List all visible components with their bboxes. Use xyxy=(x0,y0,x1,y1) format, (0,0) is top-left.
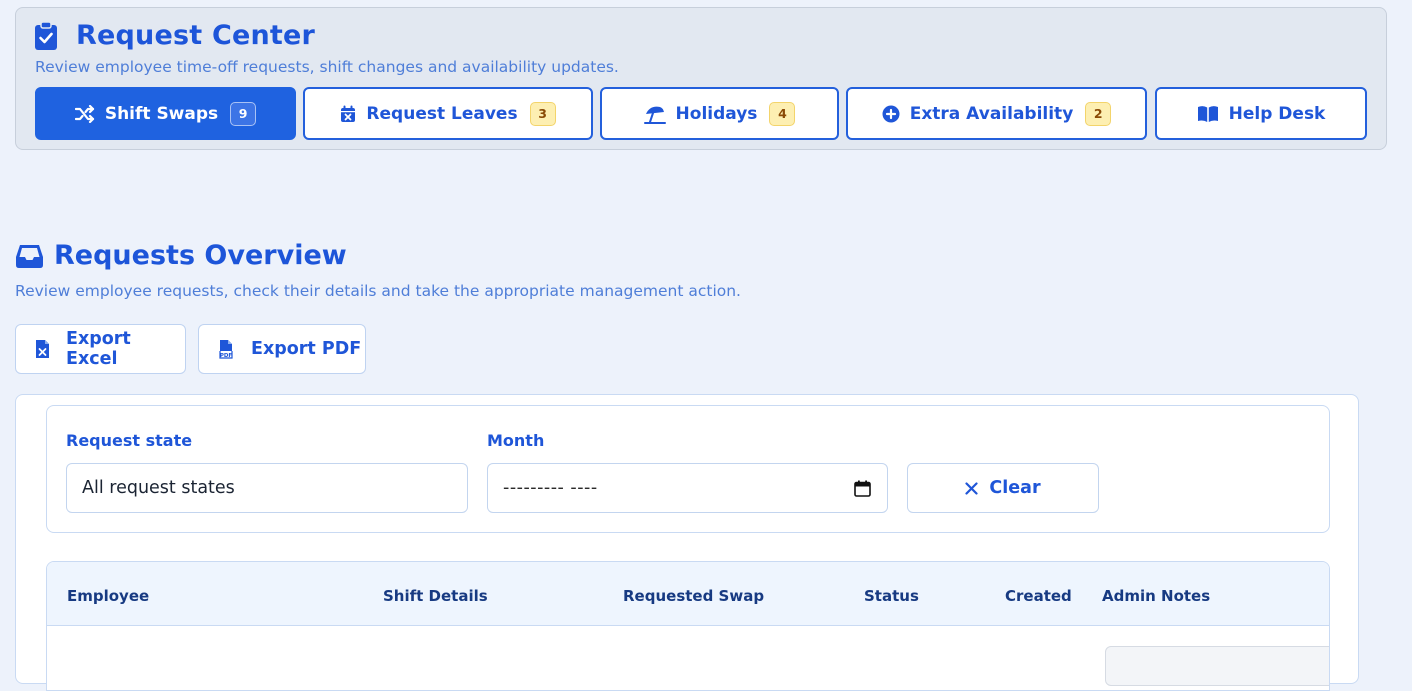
export-excel-button[interactable]: Export Excel xyxy=(15,324,186,374)
count-badge: 9 xyxy=(230,101,257,126)
export-pdf-label: Export PDF xyxy=(251,339,362,359)
file-pdf-icon: PDF xyxy=(218,339,235,359)
close-icon xyxy=(965,481,979,495)
tab-label: Extra Availability xyxy=(909,103,1074,124)
tab-label: Request Leaves xyxy=(366,103,518,124)
column-header-requested-swap[interactable]: Requested Swap xyxy=(623,587,764,605)
request-center-card: Request Center Review employee time-off … xyxy=(15,7,1387,150)
count-badge: 4 xyxy=(769,101,796,126)
beach-umbrella-icon xyxy=(643,104,666,124)
tab-label: Shift Swaps xyxy=(104,103,219,124)
column-header-employee[interactable]: Employee xyxy=(67,587,149,605)
inbox-icon xyxy=(15,243,44,269)
request-state-select[interactable]: All request states xyxy=(66,463,468,513)
export-pdf-button[interactable]: PDF Export PDF xyxy=(198,324,366,374)
svg-text:PDF: PDF xyxy=(220,353,233,359)
column-header-shift-details[interactable]: Shift Details xyxy=(383,587,488,605)
column-header-status[interactable]: Status xyxy=(864,587,919,605)
tab-help-desk[interactable]: Help Desk xyxy=(1155,87,1367,140)
tab-shift-swaps[interactable]: Shift Swaps 9 xyxy=(35,87,296,140)
page-subtitle: Review employee time-off requests, shift… xyxy=(35,58,619,76)
clipboard-check-icon xyxy=(34,20,58,51)
clear-label: Clear xyxy=(989,478,1041,498)
clear-filters-button[interactable]: Clear xyxy=(907,463,1099,513)
page-title: Request Center xyxy=(76,20,316,51)
overview-title: Requests Overview xyxy=(54,240,347,271)
overview-header: Requests Overview xyxy=(15,240,347,271)
column-header-admin-notes[interactable]: Admin Notes xyxy=(1102,587,1210,605)
tab-extra-availability[interactable]: Extra Availability 2 xyxy=(846,87,1147,140)
requests-panel: Request state All request states Month -… xyxy=(15,394,1359,691)
column-header-created[interactable]: Created xyxy=(1005,587,1072,605)
month-label: Month xyxy=(487,431,545,450)
request-state-label: Request state xyxy=(66,431,193,450)
tab-label: Holidays xyxy=(675,103,758,124)
overview-subtitle: Review employee requests, check their de… xyxy=(15,282,741,300)
tab-holidays[interactable]: Holidays 4 xyxy=(600,87,839,140)
count-badge: 2 xyxy=(1085,101,1112,126)
month-value: --------- ---- xyxy=(503,478,598,498)
plus-circle-icon xyxy=(882,105,900,123)
calendar-icon[interactable] xyxy=(854,480,871,497)
filter-section: Request state All request states Month -… xyxy=(46,405,1330,533)
table-header: Employee Shift Details Requested Swap St… xyxy=(47,562,1329,626)
request-center-header: Request Center xyxy=(34,20,315,51)
requests-table: Employee Shift Details Requested Swap St… xyxy=(46,561,1330,691)
file-excel-icon xyxy=(35,339,50,359)
calendar-x-icon xyxy=(340,105,356,123)
book-open-icon xyxy=(1197,105,1219,123)
export-excel-label: Export Excel xyxy=(66,329,131,369)
count-badge: 3 xyxy=(529,101,556,126)
tab-label: Help Desk xyxy=(1228,103,1326,124)
tab-request-leaves[interactable]: Request Leaves 3 xyxy=(303,87,593,140)
month-input[interactable]: --------- ---- xyxy=(487,463,888,513)
admin-notes-field[interactable] xyxy=(1105,646,1329,686)
shuffle-icon xyxy=(74,104,95,123)
